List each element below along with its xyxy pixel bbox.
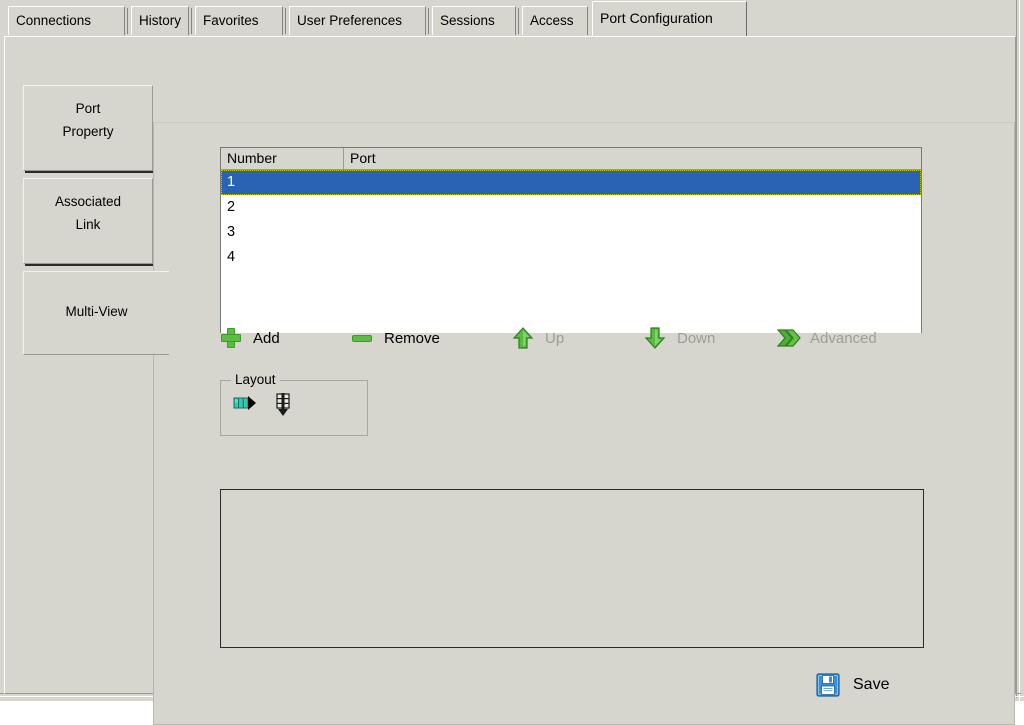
tab-separator — [127, 8, 128, 34]
move-up-button[interactable]: Up — [512, 321, 564, 355]
tab-sessions[interactable]: Sessions — [432, 6, 516, 35]
side-tab-label-line2: Property — [62, 124, 114, 139]
move-down-button[interactable]: Down — [644, 321, 715, 355]
tab-separator — [285, 8, 286, 34]
cell-port — [349, 195, 909, 220]
advanced-button[interactable]: Advanced — [776, 321, 877, 355]
side-tab-label-line2: Link — [75, 217, 101, 232]
tab-history[interactable]: History — [131, 6, 189, 35]
cell-number: 4 — [227, 249, 236, 265]
tab-content-panel: Port Property Associated Link Multi-View… — [4, 36, 1016, 725]
tab-label: Connections — [16, 13, 92, 28]
move-up-button-label: Up — [545, 329, 565, 347]
tab-label: Access — [530, 13, 574, 28]
layout-horizontal-button[interactable] — [233, 393, 257, 417]
layout-horizontal-icon — [233, 396, 257, 416]
table-row[interactable]: 2 — [221, 195, 921, 220]
cell-port — [349, 170, 909, 195]
double-chevron-right-icon — [776, 327, 801, 349]
table-row[interactable]: 3 — [221, 220, 921, 245]
ports-list-body: 1 2 3 4 — [221, 170, 921, 333]
tab-user-preferences[interactable]: User Preferences — [289, 6, 426, 35]
ports-list-header: Number Port — [221, 148, 921, 170]
tab-connections[interactable]: Connections — [8, 6, 125, 35]
add-button[interactable]: Add — [220, 321, 280, 355]
cell-port — [349, 245, 909, 270]
arrow-down-icon — [644, 327, 666, 349]
tab-separator — [191, 8, 192, 34]
tab-favorites[interactable]: Favorites — [195, 6, 283, 35]
side-tab-associated-link[interactable]: Associated Link — [23, 178, 153, 266]
list-action-toolbar: Add Remove Up Down Advanced — [220, 321, 980, 357]
cell-number: 1 — [227, 174, 236, 190]
column-header-port[interactable]: Port — [343, 148, 921, 169]
side-tab-label-line1: Associated — [54, 194, 122, 209]
add-button-label: Add — [253, 329, 280, 347]
side-tab-underline — [25, 264, 153, 266]
tab-label: User Preferences — [297, 13, 403, 28]
tab-access[interactable]: Access — [522, 6, 588, 35]
layout-group-title: Layout — [231, 372, 280, 387]
save-button[interactable]: Save — [816, 669, 889, 701]
application-window: Connections History Favorites User Prefe… — [0, 0, 1024, 725]
side-tab-port-property[interactable]: Port Property — [23, 85, 153, 173]
side-tab-label-line1: Multi-View — [65, 304, 128, 319]
advanced-button-label: Advanced — [810, 329, 877, 347]
multi-view-preview-panel[interactable] — [220, 489, 924, 648]
ports-list[interactable]: Number Port 1 2 3 4 — [220, 147, 922, 333]
main-tab-strip: Connections History Favorites User Prefe… — [0, 0, 1018, 36]
cell-number: 2 — [227, 199, 236, 215]
move-down-button-label: Down — [677, 329, 716, 347]
layout-vertical-icon — [273, 393, 293, 420]
side-tab-underline — [25, 171, 153, 173]
table-row[interactable]: 1 — [221, 170, 921, 195]
layout-group: Layout — [220, 372, 368, 436]
tab-label: Favorites — [203, 13, 259, 28]
remove-button-label: Remove — [384, 329, 440, 347]
save-floppy-icon — [816, 673, 840, 697]
plus-icon — [220, 327, 242, 349]
minus-icon — [351, 327, 373, 349]
main-content-panel: Number Port 1 2 3 4 Add Remove Up Down A… — [153, 122, 1015, 725]
tab-label: History — [139, 13, 182, 28]
save-button-label: Save — [853, 676, 890, 693]
side-tab-multi-view[interactable]: Multi-View — [23, 271, 169, 355]
tab-label: Port Configuration — [600, 10, 713, 26]
tab-separator — [428, 8, 429, 34]
tab-label: Sessions — [440, 13, 495, 28]
cell-number: 3 — [227, 224, 236, 240]
layout-buttons — [233, 393, 297, 417]
frame-edge-right — [1016, 0, 1017, 698]
arrow-up-icon — [512, 327, 534, 349]
column-header-number[interactable]: Number — [221, 148, 343, 169]
cell-port — [349, 220, 909, 245]
side-tab-label-line1: Port — [75, 101, 101, 116]
tab-port-configuration[interactable]: Port Configuration — [592, 1, 747, 36]
layout-vertical-button[interactable] — [273, 393, 297, 417]
remove-button[interactable]: Remove — [351, 321, 440, 355]
table-row[interactable]: 4 — [221, 245, 921, 270]
tab-separator — [518, 8, 519, 34]
frame-edge-right-highlight — [1019, 0, 1020, 701]
